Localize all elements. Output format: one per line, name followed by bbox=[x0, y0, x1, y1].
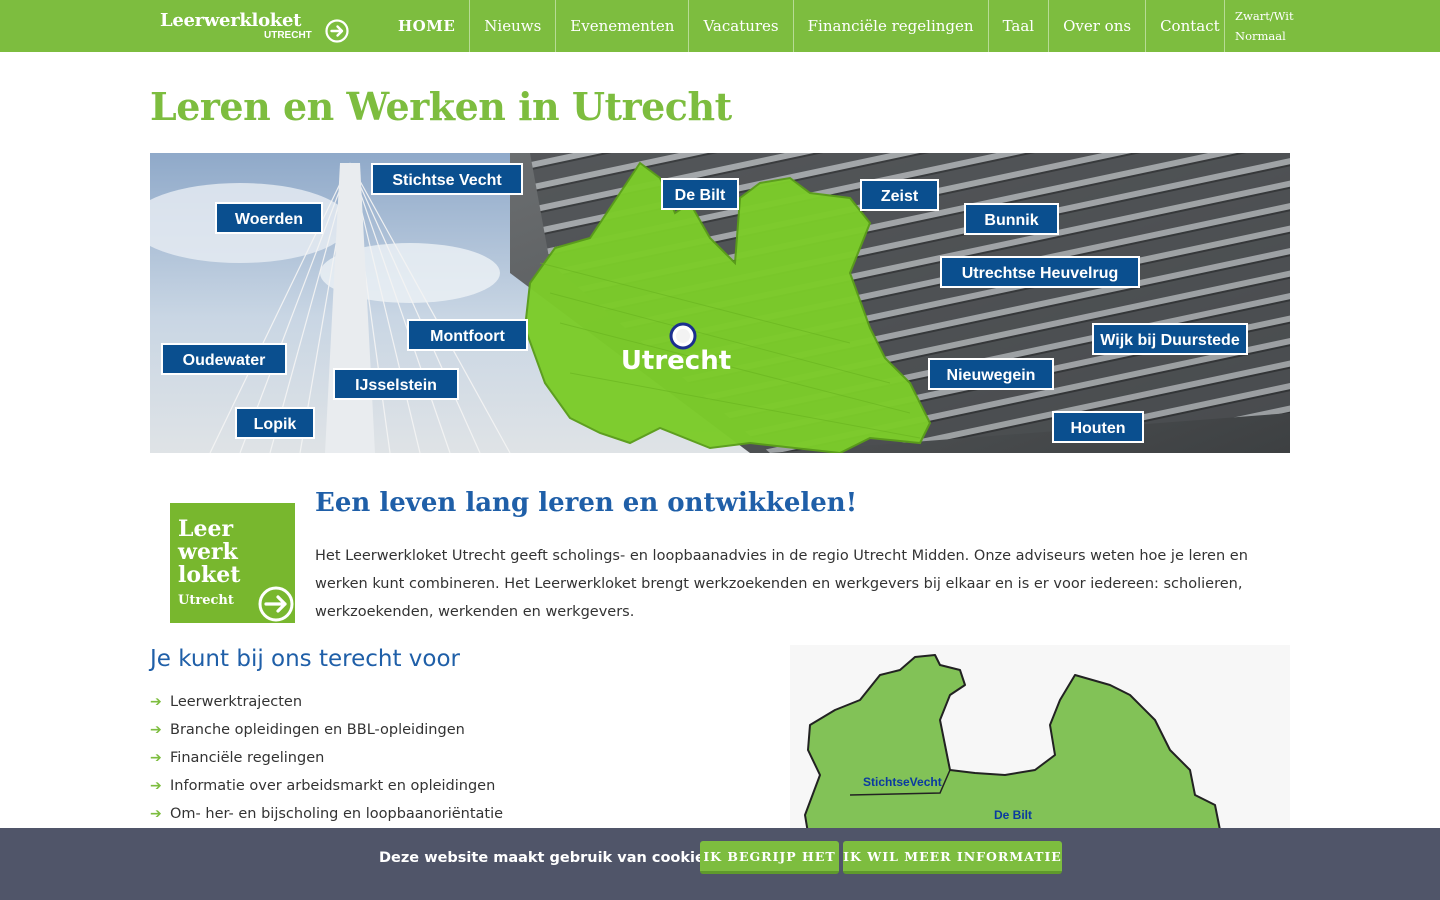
cookie-message: Deze website maakt gebruik van cookies bbox=[379, 850, 714, 866]
banner-label-de-bilt: De Bilt bbox=[661, 178, 739, 210]
nav-nieuws[interactable]: Nieuws bbox=[469, 0, 555, 52]
top-navigation-bar: Leerwerkloket UTRECHT HOME Nieuws Evenem… bbox=[0, 0, 1440, 52]
arrow-right-icon: ➔ bbox=[150, 778, 162, 794]
arrow-right-icon: ➔ bbox=[150, 722, 162, 738]
cookie-more-info-button[interactable]: IK WIL MEER INFORMATIE bbox=[843, 841, 1062, 874]
list-item: ➔ Leerwerktrajecten bbox=[150, 688, 503, 716]
cookie-accept-button[interactable]: IK BEGRIJP HET bbox=[700, 841, 839, 874]
site-logo[interactable]: Leerwerkloket UTRECHT bbox=[160, 10, 352, 46]
banner-label-text: Wijk bij Duurstede bbox=[1100, 332, 1240, 349]
banner-label-lopik: Lopik bbox=[235, 407, 315, 439]
services-list: ➔ Leerwerktrajecten ➔ Branche opleidingen … bbox=[150, 688, 503, 828]
nav-financiele-regelingen[interactable]: Financiële regelingen bbox=[792, 0, 988, 52]
intro-text: Het Leerwerkloket Utrecht geeft scholing… bbox=[315, 548, 1248, 620]
arrow-right-icon: ➔ bbox=[150, 750, 162, 766]
badge-line-3: loket bbox=[178, 562, 241, 588]
banner-label-text: IJsselstein bbox=[355, 377, 437, 394]
arrow-right-icon: ➔ bbox=[150, 694, 162, 710]
list-item: ➔ Om- her- en bijscholing en loopbaanorië… bbox=[150, 800, 503, 828]
banner-label-bunnik: Bunnik bbox=[964, 203, 1059, 235]
banner-label-wijk-bij-duurstede: Wijk bij Duurstede bbox=[1092, 323, 1248, 355]
map-label-de-bilt: De Bilt bbox=[994, 808, 1032, 822]
banner-label-text: Stichtse Vecht bbox=[392, 172, 502, 189]
banner-label-text: Bunnik bbox=[984, 212, 1038, 229]
banner-label-woerden: Woerden bbox=[215, 202, 323, 234]
cookie-consent-bar: Deze website maakt gebruik van cookies I… bbox=[0, 828, 1440, 900]
nav-taal[interactable]: Taal bbox=[987, 0, 1049, 52]
badge-line-4: Utrecht bbox=[178, 593, 234, 608]
contrast-switcher: Zwart/Wit Normaal bbox=[1224, 0, 1294, 52]
page-title: Leren en Werken in Utrecht bbox=[150, 84, 732, 129]
banner-label-text: Montfoort bbox=[430, 328, 505, 345]
banner-label-text: De Bilt bbox=[675, 187, 726, 204]
nav-evenementen[interactable]: Evenementen bbox=[555, 0, 688, 52]
arrow-right-circle-icon bbox=[325, 19, 349, 43]
banner-label-text: Utrechtse Heuvelrug bbox=[962, 265, 1119, 282]
main-menu: HOME Nieuws Evenementen Vacatures Financ… bbox=[384, 0, 1234, 52]
logo-title: Leerwerkloket bbox=[160, 10, 302, 31]
contrast-normal-link[interactable]: Normaal bbox=[1235, 26, 1294, 46]
list-item: ➔ Financiële regelingen bbox=[150, 744, 503, 772]
banner-label-ijsselstein: IJsselstein bbox=[333, 368, 459, 400]
intro-heading: Een leven lang leren en ontwikkelen! bbox=[315, 488, 858, 518]
banner-label-stichtse-vecht: Stichtse Vecht bbox=[371, 163, 523, 195]
list-item: ➔ Branche opleidingen en BBL-opleidingen bbox=[150, 716, 503, 744]
banner-label-zeist: Zeist bbox=[860, 179, 939, 211]
list-item: ➔ Informatie over arbeidsmarkt en opleidi… bbox=[150, 772, 503, 800]
banner-label-montfoort: Montfoort bbox=[407, 319, 528, 351]
banner-label-text: Houten bbox=[1070, 420, 1125, 437]
banner-label-oudewater: Oudewater bbox=[161, 343, 287, 375]
banner-label-text: Zeist bbox=[881, 188, 919, 205]
banner-label-center: Utrecht bbox=[621, 346, 731, 376]
banner-label-text: Nieuwegein bbox=[947, 367, 1036, 384]
banner-label-text: Woerden bbox=[235, 211, 303, 228]
banner-label-nieuwegein: Nieuwegein bbox=[928, 358, 1054, 390]
logo-subtitle: UTRECHT bbox=[264, 30, 312, 41]
nav-home[interactable]: HOME bbox=[384, 0, 469, 52]
hero-banner-map: Utrecht Woerden Stichtse Vecht De Bilt Zeis… bbox=[150, 153, 1290, 453]
leerwerkloket-badge: Leer werk loket Utrecht bbox=[170, 503, 295, 623]
map-label-stichtse-vecht: StichtseVecht bbox=[863, 775, 942, 789]
banner-label-houten: Houten bbox=[1052, 411, 1144, 443]
nav-contact[interactable]: Contact bbox=[1145, 0, 1234, 52]
contrast-bw-link[interactable]: Zwart/Wit bbox=[1235, 6, 1294, 26]
banner-label-text: Lopik bbox=[254, 416, 297, 433]
banner-illustration: Utrecht Woerden Stichtse Vecht De Bilt Zeis… bbox=[150, 153, 1290, 453]
services-heading: Je kunt bij ons terecht voor bbox=[150, 646, 461, 672]
banner-label-text: Oudewater bbox=[183, 352, 266, 369]
nav-over-ons[interactable]: Over ons bbox=[1048, 0, 1145, 52]
banner-label-utrechtse-heuvelrug: Utrechtse Heuvelrug bbox=[940, 256, 1140, 288]
nav-vacatures[interactable]: Vacatures bbox=[688, 0, 792, 52]
arrow-right-icon: ➔ bbox=[150, 806, 162, 822]
